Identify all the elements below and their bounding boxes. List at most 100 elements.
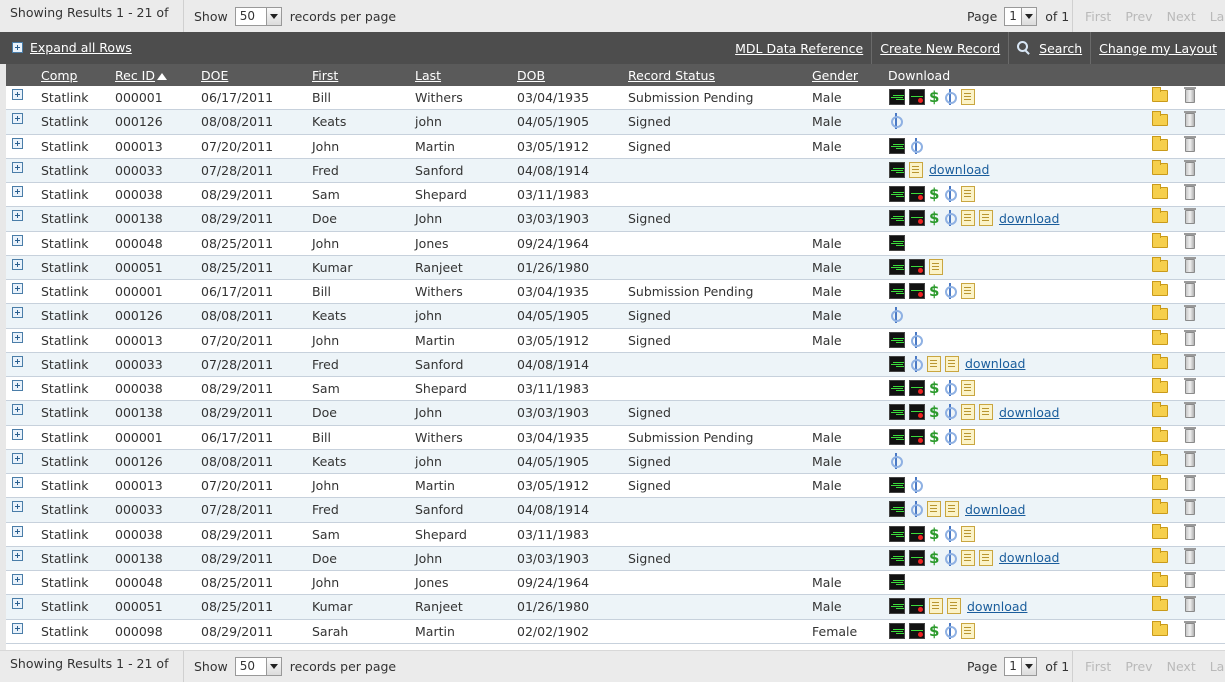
expand-row-icon[interactable] — [12, 186, 23, 197]
expand-row-icon[interactable] — [12, 161, 23, 173]
table-row[interactable]: Statlink 000126 08/08/2011 Keats john 04/05/1… — [6, 110, 1225, 135]
billing-dollar-icon[interactable]: $ — [929, 526, 939, 542]
delete-trash-icon[interactable] — [1184, 572, 1196, 588]
ecg-alert-icon[interactable] — [909, 404, 925, 421]
ecg-monitor-icon[interactable] — [889, 501, 905, 518]
ecg-monitor-icon[interactable] — [889, 331, 905, 348]
open-folder-icon[interactable] — [1152, 305, 1168, 321]
chevron-down-icon[interactable] — [1021, 658, 1037, 675]
table-row[interactable]: Statlink 000138 08/29/2011 Doe John 03/03/190… — [6, 207, 1225, 232]
ecg-monitor-icon[interactable] — [889, 598, 905, 615]
ecg-monitor-icon[interactable] — [889, 622, 905, 639]
delete-trash-icon[interactable] — [1184, 547, 1196, 564]
first-page-link[interactable]: First — [1085, 659, 1111, 674]
next-page-link[interactable]: Next — [1167, 9, 1196, 24]
expand-row-icon[interactable] — [12, 525, 23, 537]
billing-dollar-icon[interactable]: $ — [929, 210, 939, 226]
document-icon[interactable] — [961, 622, 975, 639]
expand-all-link[interactable]: Expand all Rows — [30, 40, 132, 55]
document-icon[interactable] — [961, 283, 975, 299]
document-icon[interactable] — [961, 428, 975, 445]
table-row[interactable]: Statlink 000013 07/20/2011 John Martin 03/05/… — [6, 329, 1225, 353]
ecg-monitor-icon[interactable] — [889, 137, 905, 154]
chevron-down-icon[interactable] — [265, 7, 281, 25]
document-icon[interactable] — [961, 186, 975, 202]
billing-dollar-icon[interactable]: $ — [929, 404, 939, 420]
column-header-first[interactable]: First — [312, 68, 338, 83]
medical-caduceus-icon[interactable] — [943, 525, 957, 542]
open-folder-icon[interactable] — [1152, 353, 1168, 369]
billing-dollar-icon[interactable]: $ — [929, 283, 939, 299]
chevron-down-icon[interactable] — [1021, 7, 1037, 25]
ecg-alert-icon[interactable] — [909, 622, 925, 639]
create-record-item[interactable]: Create New Record — [871, 32, 1008, 64]
search-icon[interactable] — [1017, 41, 1031, 55]
change-layout-link[interactable]: Change my Layout — [1099, 41, 1217, 56]
delete-trash-icon[interactable] — [1184, 159, 1196, 176]
chevron-down-icon[interactable] — [265, 658, 281, 675]
ecg-monitor-icon[interactable] — [889, 283, 905, 299]
expand-row-icon[interactable] — [12, 404, 23, 416]
document-icon[interactable] — [961, 404, 975, 421]
delete-trash-icon[interactable] — [1184, 475, 1196, 491]
delete-trash-icon[interactable] — [1184, 499, 1196, 516]
medical-caduceus-icon[interactable] — [889, 307, 903, 324]
billing-dollar-icon[interactable]: $ — [929, 429, 939, 445]
open-folder-icon[interactable] — [1152, 426, 1168, 442]
expand-row-icon[interactable] — [12, 452, 23, 464]
ecg-monitor-icon[interactable] — [889, 355, 905, 372]
column-header-status[interactable]: Record Status — [628, 68, 715, 83]
change-layout-item[interactable]: Change my Layout — [1090, 32, 1225, 64]
table-row[interactable]: Statlink 000051 08/25/2011 Kumar Ranjeet 01/2… — [6, 595, 1225, 620]
expand-all-control[interactable]: Expand all Rows — [12, 40, 132, 55]
medical-caduceus-icon[interactable] — [943, 186, 957, 202]
column-header-doe[interactable]: DOE — [201, 68, 228, 83]
table-row[interactable]: Statlink 000033 07/28/2011 Fred Sanford 04/08… — [6, 352, 1225, 377]
billing-dollar-icon[interactable]: $ — [929, 623, 939, 639]
first-page-link[interactable]: First — [1085, 9, 1111, 24]
ecg-monitor-icon[interactable] — [889, 574, 905, 590]
ecg-alert-icon[interactable] — [909, 598, 925, 615]
medical-caduceus-icon[interactable] — [943, 549, 957, 566]
medical-caduceus-icon[interactable] — [909, 477, 923, 493]
table-row[interactable]: Statlink 000126 08/08/2011 Keats john 04/05/1… — [6, 304, 1225, 329]
download-link[interactable]: download — [999, 550, 1059, 565]
document-icon[interactable] — [909, 161, 923, 178]
table-row[interactable]: Statlink 000038 08/29/2011 Sam Shepard 03/11/… — [6, 523, 1225, 547]
ecg-alert-icon[interactable] — [909, 283, 925, 299]
ecg-alert-icon[interactable] — [909, 549, 925, 566]
medical-caduceus-icon[interactable] — [943, 210, 957, 227]
medical-caduceus-icon[interactable] — [909, 331, 923, 348]
ecg-alert-icon[interactable] — [909, 89, 925, 105]
ecg-monitor-icon[interactable] — [889, 186, 905, 202]
medical-caduceus-icon[interactable] — [889, 452, 903, 469]
open-folder-icon[interactable] — [1152, 184, 1168, 199]
open-folder-icon[interactable] — [1152, 232, 1168, 248]
delete-trash-icon[interactable] — [1184, 450, 1196, 467]
ecg-alert-icon[interactable] — [909, 210, 925, 227]
ecg-monitor-icon[interactable] — [889, 234, 905, 251]
mdl-reference-item[interactable]: MDL Data Reference — [727, 32, 871, 64]
ecg-monitor-icon[interactable] — [889, 428, 905, 445]
document-icon[interactable] — [979, 549, 993, 566]
document-icon[interactable] — [927, 355, 941, 372]
ecg-monitor-icon[interactable] — [889, 525, 905, 542]
medical-caduceus-icon[interactable] — [943, 428, 957, 445]
download-link[interactable]: download — [965, 502, 1025, 517]
ecg-monitor-icon[interactable] — [889, 404, 905, 421]
ecg-monitor-icon[interactable] — [889, 161, 905, 178]
delete-trash-icon[interactable] — [1184, 620, 1196, 637]
table-row[interactable]: Statlink 000126 08/08/2011 Keats john 04/05/1… — [6, 449, 1225, 474]
ecg-alert-icon[interactable] — [909, 525, 925, 542]
open-folder-icon[interactable] — [1152, 620, 1168, 636]
delete-trash-icon[interactable] — [1184, 281, 1196, 297]
expand-row-icon[interactable] — [12, 428, 23, 440]
expand-icon[interactable] — [12, 42, 23, 53]
download-link[interactable]: download — [999, 211, 1059, 226]
open-folder-icon[interactable] — [1152, 450, 1168, 466]
expand-row-icon[interactable] — [12, 598, 23, 610]
download-link[interactable]: download — [999, 405, 1059, 420]
table-row[interactable]: Statlink 000048 08/25/2011 John Jones 09/24/1… — [6, 232, 1225, 256]
search-link[interactable]: Search — [1039, 41, 1082, 56]
table-row[interactable]: Statlink 000033 07/28/2011 Fred Sanford 04/08… — [6, 158, 1225, 183]
